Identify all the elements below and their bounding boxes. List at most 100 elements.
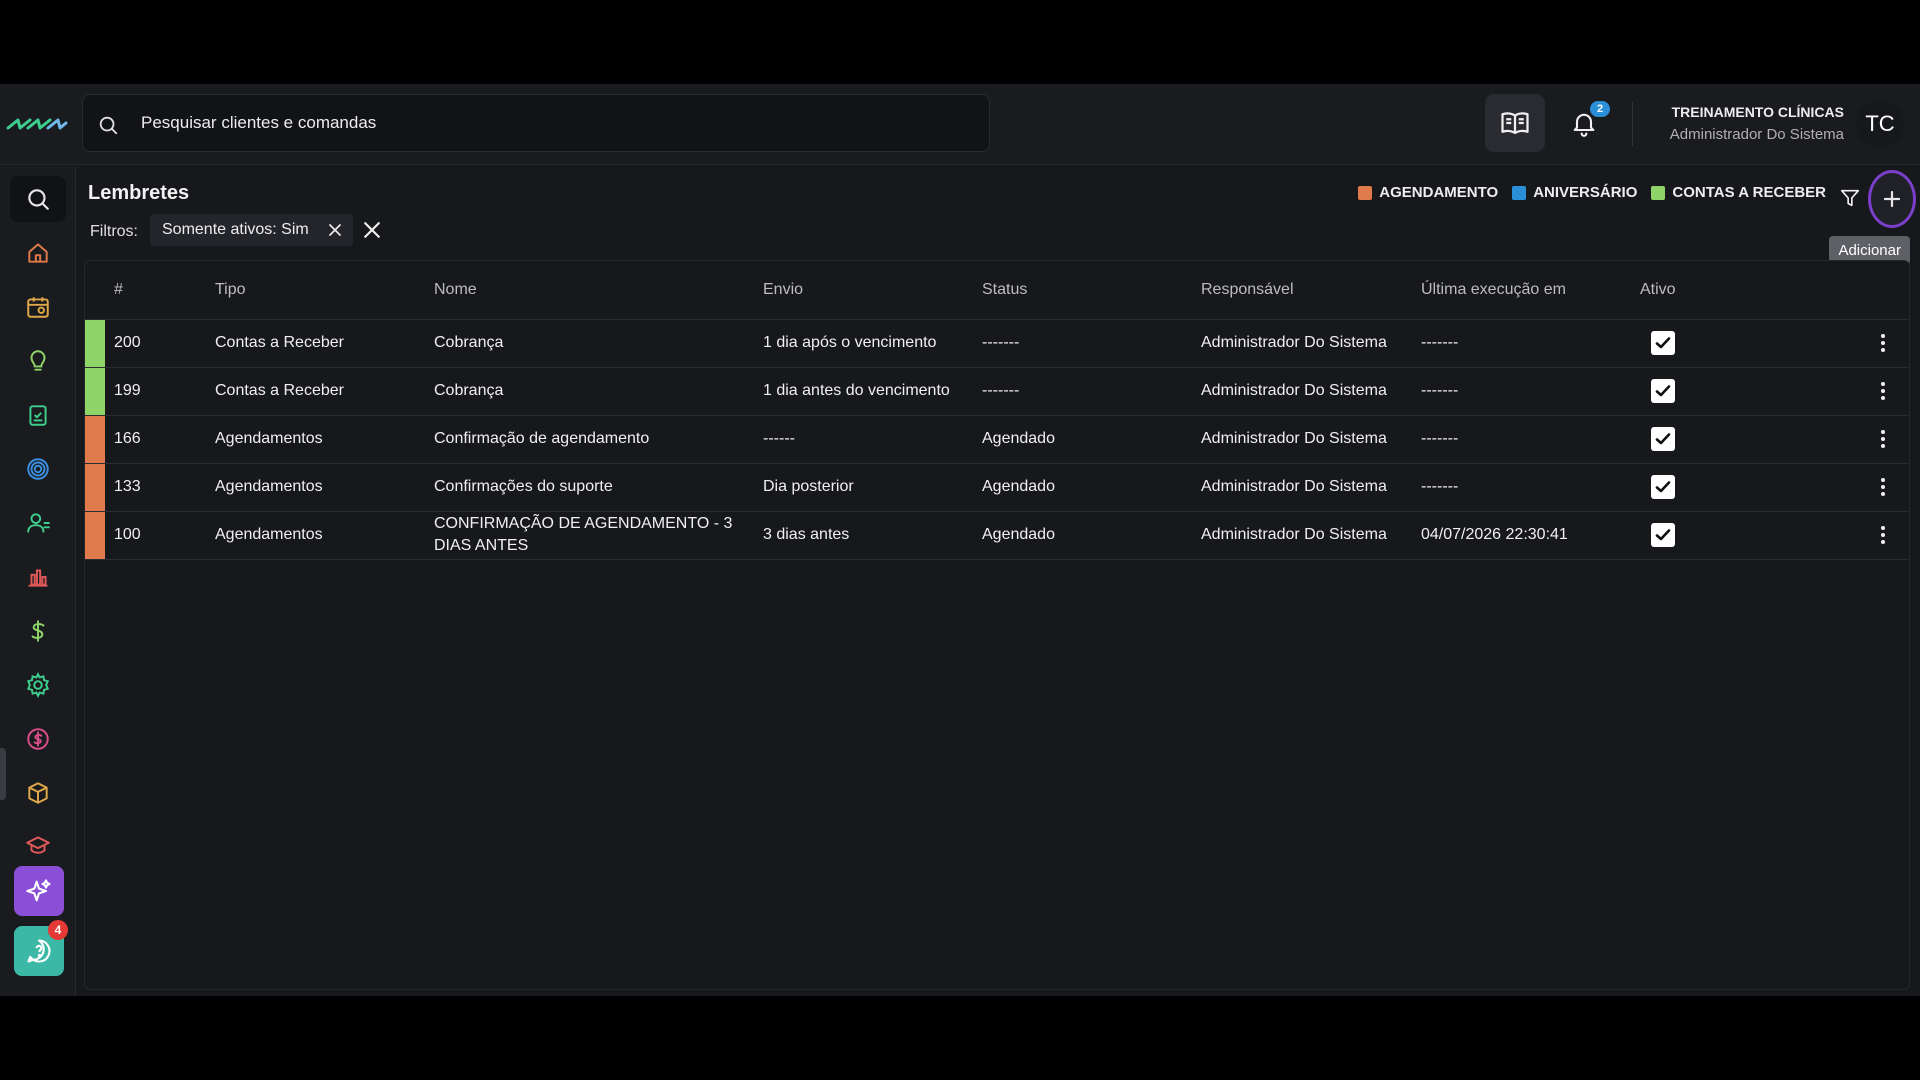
header-status[interactable]: Status: [982, 261, 1201, 320]
account-role: Administrador Do Sistema: [1669, 126, 1844, 143]
filter-chip[interactable]: Somente ativos: Sim: [150, 214, 353, 246]
active-checkbox[interactable]: [1651, 331, 1675, 355]
row-menu-button[interactable]: [1863, 467, 1903, 507]
filter-chip-label: Somente ativos: Sim: [162, 221, 309, 238]
notification-count-badge: 2: [1590, 101, 1610, 117]
sidebar-item-finance[interactable]: [10, 608, 66, 654]
active-checkbox[interactable]: [1651, 523, 1675, 547]
table-row[interactable]: 133 Agendamentos Confirmações do suporte Di…: [85, 463, 1909, 512]
cell-id: 199: [105, 367, 215, 416]
table-row[interactable]: 199 Contas a Receber Cobrança 1 dia antes d…: [85, 367, 1909, 416]
header-responsavel[interactable]: Responsável: [1201, 261, 1421, 320]
header-id[interactable]: #: [105, 261, 215, 320]
cell-tipo: Contas a Receber: [215, 319, 434, 368]
page-title: Lembretes: [88, 182, 190, 204]
active-checkbox[interactable]: [1651, 379, 1675, 403]
gear-icon: [26, 672, 50, 698]
divider: [1632, 102, 1633, 146]
header-ultima-execucao[interactable]: Última execução em: [1421, 261, 1640, 320]
row-color-bar: [85, 415, 105, 463]
header-nome[interactable]: Nome: [434, 261, 763, 320]
legend-item-aniversario: ANIVERSÁRIO: [1512, 184, 1637, 201]
cell-tipo: Agendamentos: [215, 511, 434, 560]
dollar-icon: [31, 620, 45, 642]
cell-actions: [1820, 415, 1909, 464]
funnel-icon: [1840, 189, 1860, 207]
avatar[interactable]: TC: [1856, 100, 1904, 148]
cell-envio: ------: [763, 415, 982, 464]
active-checkbox[interactable]: [1651, 475, 1675, 499]
header-tipo[interactable]: Tipo: [215, 261, 434, 320]
legend-item-agendamento: AGENDAMENTO: [1358, 184, 1498, 201]
sidebar-item-training[interactable]: [10, 824, 66, 854]
active-checkbox[interactable]: [1651, 427, 1675, 451]
table-row[interactable]: 166 Agendamentos Confirmação de agendament…: [85, 415, 1909, 464]
cell-tipo: Agendamentos: [215, 463, 434, 512]
manual-button[interactable]: [1485, 94, 1545, 152]
legend-label: CONTAS A RECEBER: [1672, 184, 1826, 201]
row-menu-button[interactable]: [1863, 323, 1903, 363]
checkmark-icon: [1655, 529, 1671, 541]
search-icon: [28, 189, 49, 210]
legend-label: ANIVERSÁRIO: [1533, 184, 1638, 201]
cell-actions: [1820, 319, 1909, 368]
user-group-icon: [27, 513, 50, 533]
cell-ativo: [1640, 463, 1820, 512]
checkmark-icon: [1655, 337, 1671, 349]
home-icon: [28, 243, 48, 263]
row-menu-button[interactable]: [1863, 515, 1903, 555]
row-menu-button[interactable]: [1863, 371, 1903, 411]
sidebar-item-ideas[interactable]: [10, 338, 66, 384]
table-row[interactable]: 100 Agendamentos CONFIRMAÇÃO DE AGENDAMENT…: [85, 511, 1909, 560]
cell-ultima-execucao: -------: [1421, 463, 1640, 512]
sidebar-search[interactable]: [10, 176, 66, 222]
cell-responsavel: Administrador Do Sistema: [1201, 511, 1421, 560]
cell-responsavel: Administrador Do Sistema: [1201, 319, 1421, 368]
cell-responsavel: Administrador Do Sistema: [1201, 463, 1421, 512]
chat-button[interactable]: 4: [14, 920, 68, 976]
legend-item-contas-a-receber: CONTAS A RECEBER: [1651, 184, 1826, 201]
sidebar-item-agenda[interactable]: [10, 284, 66, 330]
sidebar-item-goals[interactable]: [10, 446, 66, 492]
close-icon[interactable]: [327, 222, 343, 238]
cell-ultima-execucao: -------: [1421, 319, 1640, 368]
close-icon: [364, 222, 380, 238]
notifications-button[interactable]: 2: [1560, 99, 1610, 147]
search-icon: [99, 116, 118, 135]
cell-actions: [1820, 463, 1909, 512]
row-color-bar: [85, 319, 105, 367]
plus-icon: [1883, 190, 1901, 208]
sidebar-item-home[interactable]: [10, 230, 66, 276]
sidebar-item-payments[interactable]: [10, 716, 66, 762]
row-type-color: [85, 319, 105, 368]
cell-status: Agendado: [982, 463, 1201, 512]
header-envio[interactable]: Envio: [763, 261, 982, 320]
calendar-icon: [27, 297, 49, 318]
clear-filters-button[interactable]: [359, 217, 385, 243]
sidebar-item-clients[interactable]: [10, 500, 66, 546]
global-search[interactable]: [82, 94, 990, 152]
more-vertical-icon: [1881, 382, 1885, 400]
cell-status: Agendado: [982, 511, 1201, 560]
more-vertical-icon: [1881, 478, 1885, 496]
search-input[interactable]: [141, 95, 961, 151]
ai-assistant-button[interactable]: [14, 866, 64, 916]
brand-logo[interactable]: [6, 114, 68, 134]
row-menu-button[interactable]: [1863, 419, 1903, 459]
checkmark-icon: [1655, 433, 1671, 445]
sidebar-item-reports[interactable]: [10, 554, 66, 600]
header-ativo[interactable]: Ativo: [1640, 261, 1820, 320]
cell-nome: Confirmações do suporte: [434, 463, 763, 512]
filters-label: Filtros:: [90, 223, 138, 240]
row-color-bar: [85, 463, 105, 511]
add-button[interactable]: [1868, 170, 1916, 228]
sidebar-item-stock[interactable]: [10, 770, 66, 816]
filter-button[interactable]: [1836, 184, 1864, 212]
table-row[interactable]: 200 Contas a Receber Cobrança 1 dia após o …: [85, 319, 1909, 368]
sidebar-item-settings[interactable]: [10, 662, 66, 708]
account-name[interactable]: TREINAMENTO CLÍNICAS: [1672, 104, 1844, 120]
reminders-table: # Tipo Nome Envio Status Responsável Últ…: [84, 260, 1910, 990]
lightbulb-icon: [30, 350, 46, 371]
sidebar-item-tasks[interactable]: [10, 392, 66, 438]
target-icon: [27, 458, 49, 480]
